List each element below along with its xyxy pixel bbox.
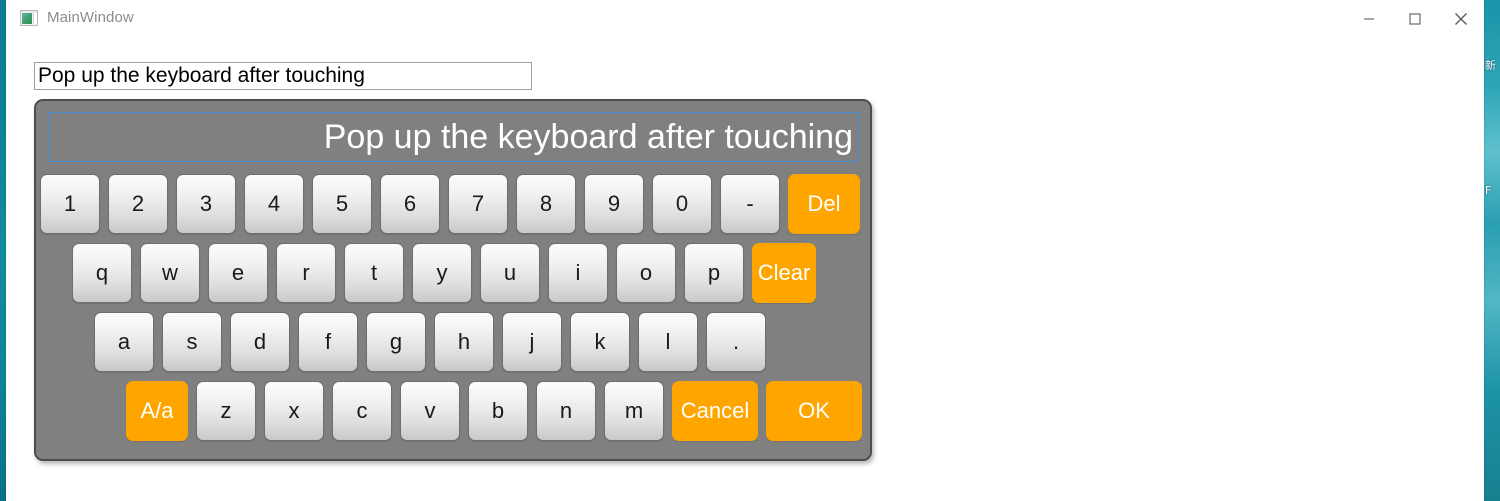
key-5[interactable]: 5 — [312, 174, 372, 234]
key-ok[interactable]: OK — [766, 381, 862, 441]
key-clear[interactable]: Clear — [752, 243, 816, 303]
key-3[interactable]: 3 — [176, 174, 236, 234]
key-u[interactable]: u — [480, 243, 540, 303]
key-n[interactable]: n — [536, 381, 596, 441]
key-j[interactable]: j — [502, 312, 562, 372]
keyboard-rows: 1 2 3 4 5 6 7 8 9 0- Del q w e r t y u i o p Clear a s d f g h j k l. A… — [36, 170, 870, 446]
app-window-icon — [20, 10, 38, 26]
main-window: MainWindow Pop up the keyboard after tou… — [6, 0, 1484, 501]
close-button[interactable] — [1438, 0, 1484, 38]
key-k[interactable]: k — [570, 312, 630, 372]
maximize-icon — [1409, 13, 1421, 25]
key-l[interactable]: l — [638, 312, 698, 372]
key-f[interactable]: f — [298, 312, 358, 372]
key-2[interactable]: 2 — [108, 174, 168, 234]
key-h[interactable]: h — [434, 312, 494, 372]
key-[interactable]: . — [706, 312, 766, 372]
onscreen-keyboard-panel: Pop up the keyboard after touching 12345… — [34, 99, 872, 461]
key-4[interactable]: 4 — [244, 174, 304, 234]
key-t[interactable]: t — [344, 243, 404, 303]
key-b[interactable]: b — [468, 381, 528, 441]
minimize-icon — [1364, 18, 1374, 20]
keyboard-qwerty-row: q w e r t y u i o p Clear — [36, 239, 870, 307]
screen: 新F MainWindow Pop up the keyboard after … — [0, 0, 1500, 501]
key-i[interactable]: i — [548, 243, 608, 303]
key-a[interactable]: a — [94, 312, 154, 372]
key-0[interactable]: 0 — [652, 174, 712, 234]
key-g[interactable]: g — [366, 312, 426, 372]
close-icon — [1455, 13, 1467, 25]
key-p[interactable]: p — [684, 243, 744, 303]
key-e[interactable]: e — [208, 243, 268, 303]
key-8[interactable]: 8 — [516, 174, 576, 234]
key-cancel[interactable]: Cancel — [672, 381, 758, 441]
keyboard-display-field[interactable]: Pop up the keyboard after touching — [48, 112, 860, 162]
key-q[interactable]: q — [72, 243, 132, 303]
key-m[interactable]: m — [604, 381, 664, 441]
key-1[interactable]: 1 — [40, 174, 100, 234]
desktop-background-strip: 新F — [1484, 0, 1500, 501]
key-y[interactable]: y — [412, 243, 472, 303]
keyboard-bottom-row: A/a z x c v b n m Cancel OK — [36, 377, 870, 445]
key-o[interactable]: o — [616, 243, 676, 303]
key-d[interactable]: d — [230, 312, 290, 372]
key-x[interactable]: x — [264, 381, 324, 441]
key-w[interactable]: w — [140, 243, 200, 303]
key-r[interactable]: r — [276, 243, 336, 303]
window-title: MainWindow — [47, 9, 134, 26]
keyboard-home-row: asdfghjkl. — [36, 308, 870, 376]
text-input[interactable] — [34, 62, 532, 90]
key-del[interactable]: Del — [788, 174, 860, 234]
window-controls — [1346, 0, 1484, 38]
key-c[interactable]: c — [332, 381, 392, 441]
key-s[interactable]: s — [162, 312, 222, 372]
key-z[interactable]: z — [196, 381, 256, 441]
key-[interactable]: - — [720, 174, 780, 234]
desktop-icon[interactable]: 新 — [1485, 60, 1496, 71]
key-9[interactable]: 9 — [584, 174, 644, 234]
key-v[interactable]: v — [400, 381, 460, 441]
title-bar: MainWindow — [6, 0, 1484, 38]
key-6[interactable]: 6 — [380, 174, 440, 234]
desktop-icon[interactable]: F — [1485, 185, 1491, 196]
key-7[interactable]: 7 — [448, 174, 508, 234]
key-a-a[interactable]: A/a — [126, 381, 188, 441]
minimize-button[interactable] — [1346, 0, 1392, 38]
keyboard-number-row: 1 2 3 4 5 6 7 8 9 0- Del — [36, 170, 870, 238]
maximize-button[interactable] — [1392, 0, 1438, 38]
